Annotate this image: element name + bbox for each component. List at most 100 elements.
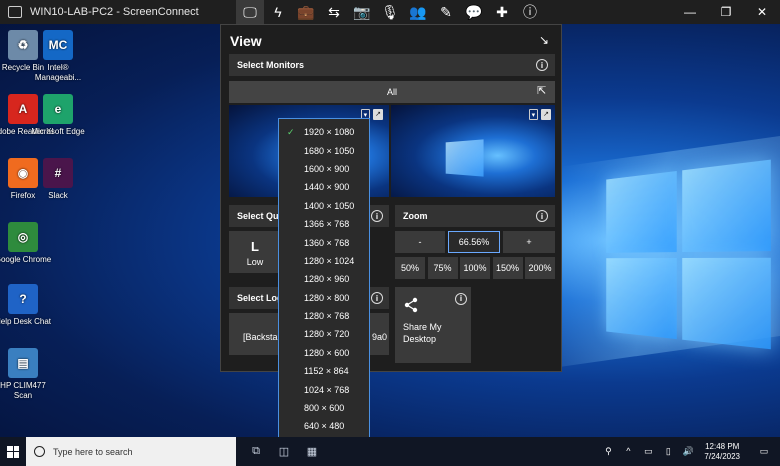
info-icon[interactable]: i [536,59,548,71]
taskbar-apps: ⧉ ◫ ▦ [242,437,326,466]
resolution-option[interactable]: 1600 × 900 [279,160,369,178]
zoom-value-field[interactable]: 66.56% [448,231,500,253]
chat-icon[interactable]: 💬 [460,0,488,24]
zoom-preset-button[interactable]: 100% [460,257,490,279]
check-icon: ✓ [287,127,295,138]
battery-icon[interactable]: ▯ [658,446,678,457]
taskbar-search[interactable]: Type here to search [26,437,236,466]
microphone-icon[interactable]: 🎙 [376,0,404,24]
desktop-shortcut[interactable]: ▤ HP CLIM477 Scan [0,348,55,401]
thumbnail-windows-logo [446,139,484,176]
window-title: WIN10-LAB-PC2 - ScreenConnect [30,6,199,18]
close-button[interactable]: ✕ [744,0,780,24]
info-icon[interactable]: ⓘ [516,0,544,24]
desktop-shortcut[interactable]: e Microsoft Edge [26,94,90,137]
zoom-preset-button[interactable]: 50% [395,257,425,279]
cortana-icon [34,446,45,457]
resolution-label: 1280 × 720 [304,329,349,339]
desktop-shortcut[interactable]: # Slack [26,158,90,201]
desktop-shortcut[interactable]: ◎ Google Chrome [0,222,55,265]
resolution-label: 1280 × 768 [304,311,349,321]
resolution-option[interactable]: 1280 × 1024 [279,252,369,270]
all-monitors-label: All [387,87,397,97]
resolution-option[interactable]: 1366 × 768 [279,215,369,233]
pencil-icon[interactable]: ✎ [432,0,460,24]
info-icon[interactable]: i [536,210,548,222]
briefcase-icon[interactable]: 💼 [292,0,320,24]
resolution-option[interactable]: 1360 × 768 [279,233,369,251]
resolution-label: 1440 × 900 [304,182,349,192]
camera-icon[interactable]: 📷 [348,0,376,24]
app-grid-icon[interactable]: ▦ [298,437,326,466]
desktop-shortcut-label: Google Chrome [0,255,55,265]
resolution-option[interactable]: 800 × 600 [279,399,369,417]
google-chrome-icon: ◎ [8,222,38,252]
quality-letter: L [229,239,281,254]
resolution-option[interactable]: 1280 × 600 [279,344,369,362]
quality-low-button[interactable]: L Low [229,231,281,273]
slack-icon: # [43,158,73,188]
people-icon[interactable]: ⚲ [598,446,618,457]
notification-icon[interactable]: ▭ [754,446,774,457]
zoom-in-button[interactable]: + [503,231,555,253]
monitor-icon[interactable]: 🖵 [236,0,264,24]
share-icon [403,297,419,315]
minimize-button[interactable]: — [672,0,708,24]
resolution-option[interactable]: 1400 × 1050 [279,197,369,215]
resolution-label: 1024 × 768 [304,385,349,395]
help-desk-chat-icon: ? [8,284,38,314]
zoom-preset-button[interactable]: 150% [493,257,523,279]
resolution-option[interactable]: 1680 × 1050 [279,141,369,159]
share-my-desktop-button[interactable]: i Share My Desktop [395,287,471,363]
resolution-option[interactable]: 1280 × 720 [279,325,369,343]
plus-icon[interactable]: ✚ [488,0,516,24]
resolution-label: 1400 × 1050 [304,201,354,211]
open-monitor-icon[interactable]: ↗ [541,109,551,120]
info-icon[interactable]: i [371,292,383,304]
expand-icon[interactable]: ⇱ [537,84,546,97]
tray-icons: ⚲ ^ ▭ ▯ 🔊 [598,446,698,457]
show-hidden-icons-icon[interactable]: ^ [618,446,638,457]
title-bar: WIN10-LAB-PC2 - ScreenConnect 🖵 ϟ 💼 ⇆ 📷 🎙 👥 ✎ 💬 ✚… [0,0,780,24]
resolution-label: 1360 × 768 [304,238,349,248]
network-icon[interactable]: ▭ [638,446,658,457]
zoom-label: Zoom [403,211,428,221]
resolution-option[interactable]: 1280 × 960 [279,270,369,288]
desktop-shortcut[interactable]: MC Intel® Manageabi... [26,30,90,83]
resolution-option[interactable]: 640 × 480 [279,417,369,435]
zoom-preset-button[interactable]: 200% [525,257,555,279]
resolution-label: 1280 × 1024 [304,256,354,266]
collapse-icon[interactable]: ↘ [539,33,549,47]
resolution-option[interactable]: 1280 × 768 [279,307,369,325]
search-placeholder: Type here to search [53,447,133,457]
monitor-2-thumbnail[interactable]: ▾ ↗ [391,105,555,197]
all-monitors-button[interactable]: All [229,81,555,103]
microsoft-edge-icon: e [43,94,73,124]
volume-icon[interactable]: 🔊 [678,446,698,457]
zoom-preset-button[interactable]: 75% [428,257,458,279]
open-monitor-icon[interactable]: ↗ [373,109,383,120]
snap-layout-icon[interactable]: ◫ [270,437,298,466]
task-view-icon[interactable]: ⧉ [242,437,270,466]
hp-scan-icon: ▤ [8,348,38,378]
resolution-option[interactable]: ✓ 1920 × 1080 [279,123,369,141]
resolution-label: 1280 × 960 [304,274,349,284]
info-icon[interactable]: i [371,210,383,222]
intel-manageability-icon: MC [43,30,73,60]
users-icon[interactable]: 👥 [404,0,432,24]
clock[interactable]: 12:48 PM 7/24/2023 [704,442,740,462]
resolution-option[interactable]: 1280 × 800 [279,289,369,307]
desktop-shortcut[interactable]: ? Help Desk Chat [0,284,55,327]
lightning-icon[interactable]: ϟ [264,0,292,24]
arrows-swap-icon[interactable]: ⇆ [320,0,348,24]
restore-button[interactable]: ❐ [708,0,744,24]
quality-label: Low [229,257,281,267]
logon-session-tail: 9a0 [372,332,387,342]
info-icon[interactable]: i [455,293,467,305]
resolution-dropdown-icon[interactable]: ▾ [529,109,539,120]
resolution-option[interactable]: 1152 × 864 [279,362,369,380]
zoom-out-button[interactable]: - [395,231,445,253]
resolution-option[interactable]: 1440 × 900 [279,178,369,196]
start-button[interactable] [0,437,26,466]
resolution-option[interactable]: 1024 × 768 [279,380,369,398]
